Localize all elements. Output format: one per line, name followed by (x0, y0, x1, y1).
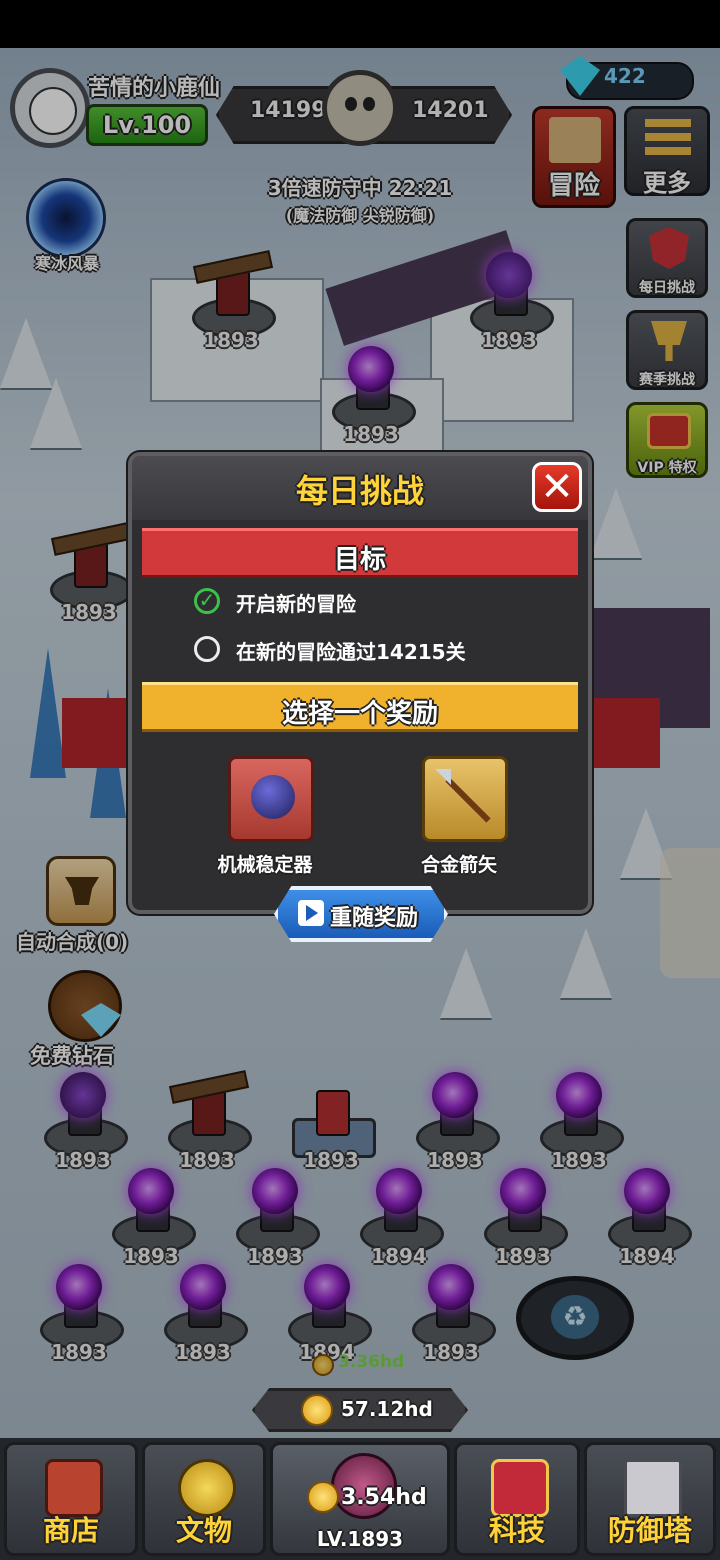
goal-text: 开启新的冒险 (236, 592, 356, 616)
reroll-reward-button[interactable]: 重随奖励 (274, 886, 448, 942)
reroll-label: 重随奖励 (330, 906, 419, 931)
reward-option[interactable]: 机械稳定器 (200, 756, 330, 876)
reward-option[interactable]: 合金箭矢 (394, 756, 524, 876)
bottom-nav: 商店 文物 3.54hd LV.1893 科技 防御塔 (0, 1438, 720, 1560)
reward-name: 机械稳定器 (217, 854, 313, 876)
close-button[interactable]: ✕ (532, 462, 582, 512)
close-icon: ✕ (540, 464, 574, 510)
dialog-title: 每日挑战 (295, 472, 424, 510)
video-play-icon (298, 900, 324, 926)
reward-name: 合金箭矢 (420, 854, 497, 876)
goal-header: 目标 (142, 528, 578, 578)
nav-tech-label: 科技 (488, 1514, 545, 1547)
upgrade-cost: 3.54hd (341, 1485, 427, 1510)
tower-level-label: LV.1893 (316, 1527, 404, 1551)
nav-shop-label: 商店 (42, 1514, 99, 1547)
nav-artifacts[interactable]: 文物 (142, 1442, 266, 1556)
gold-total: 57.12hd (341, 1397, 433, 1421)
nav-artifacts-label: 文物 (175, 1514, 232, 1547)
reward-header: 选择一个奖励 (142, 682, 578, 732)
daily-challenge-dialog: 每日挑战 ✕ 目标 ✓ 开启新的冒险 在新的冒险通过14215关 选择一个奖励 … (128, 452, 592, 914)
gold-total-bar: 57.12hd (252, 1388, 468, 1432)
empty-circle-icon (194, 636, 220, 662)
reward-header-label: 选择一个奖励 (281, 699, 438, 729)
coin-icon (307, 1481, 339, 1513)
goal-text: 在新的冒险通过14215关 (236, 640, 466, 664)
coin-icon (301, 1394, 333, 1426)
alloy-arrow-icon (422, 756, 508, 842)
nav-tech[interactable]: 科技 (454, 1442, 580, 1556)
nav-tower-upgrade[interactable]: 3.54hd LV.1893 (270, 1442, 450, 1556)
nav-defense-tower-label: 防御塔 (607, 1514, 692, 1547)
nav-shop[interactable]: 商店 (4, 1442, 138, 1556)
checkmark-icon: ✓ (194, 588, 220, 614)
goal-header-label: 目标 (333, 545, 386, 575)
mechanical-stabilizer-icon (228, 756, 314, 842)
dialog-header: 每日挑战 ✕ (132, 456, 588, 520)
nav-defense-tower[interactable]: 防御塔 (584, 1442, 716, 1556)
